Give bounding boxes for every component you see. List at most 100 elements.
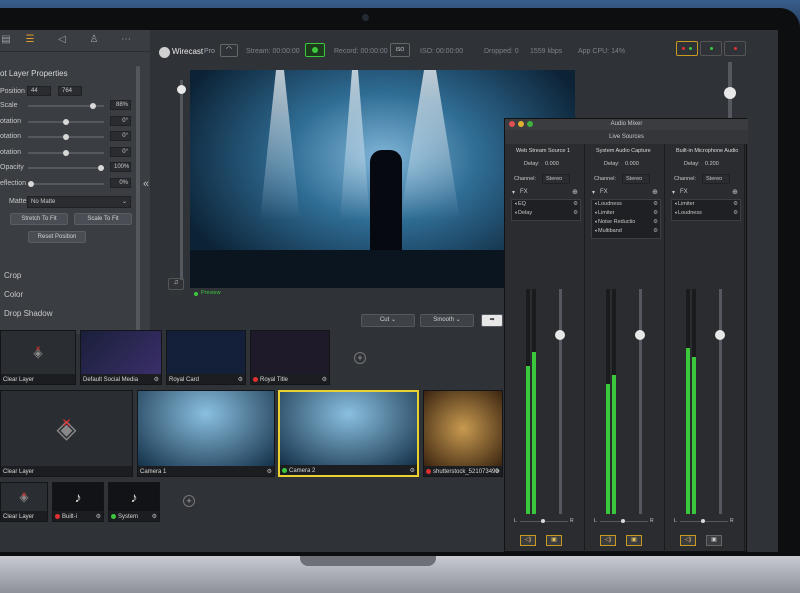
- gear-icon[interactable]: ⚙: [573, 209, 578, 218]
- gear-icon[interactable]: ⚙: [495, 468, 500, 475]
- fx-expand-icon[interactable]: ▾: [592, 189, 595, 196]
- property-value[interactable]: 0%: [110, 177, 131, 188]
- crop-section[interactable]: Crop: [4, 271, 21, 280]
- minimize-window-icon[interactable]: [518, 121, 524, 127]
- property-value[interactable]: 0°: [110, 146, 131, 157]
- shot-tile[interactable]: Default Social Media ⚙: [80, 330, 162, 385]
- gear-icon[interactable]: ⚙: [152, 513, 157, 520]
- matte-select[interactable]: No Matte ⌄: [27, 196, 131, 208]
- fx-item[interactable]: 🔈︎Delay ⚙: [512, 209, 580, 218]
- layers-icon[interactable]: ▤: [0, 34, 16, 48]
- property-slider[interactable]: [28, 118, 104, 125]
- slider-knob[interactable]: [28, 180, 34, 187]
- fx-item[interactable]: 🔈︎Noise Reductio ⚙: [592, 218, 660, 227]
- volume-fader[interactable]: [559, 289, 562, 514]
- slider-knob[interactable]: [98, 165, 104, 171]
- cut-transition-select[interactable]: Cut ⌄: [361, 314, 415, 327]
- user-icon[interactable]: ♙: [84, 34, 104, 48]
- fx-item[interactable]: 🔈︎Loudness ⚙: [592, 200, 660, 209]
- pan-knob[interactable]: [541, 519, 545, 523]
- slider-knob[interactable]: [63, 118, 69, 125]
- layout-button-2[interactable]: [700, 41, 722, 56]
- sidebar-scrollbar[interactable]: [136, 66, 140, 346]
- volume-fader[interactable]: [719, 289, 722, 514]
- preview-volume-slider[interactable]: [180, 80, 183, 280]
- gear-icon[interactable]: ⚙: [322, 376, 327, 383]
- fx-item[interactable]: 🔈︎Multiband ⚙: [592, 227, 660, 236]
- shot-tile[interactable]: Camera 2 ⚙: [278, 390, 419, 477]
- channel-select[interactable]: Stereo: [542, 174, 570, 184]
- channel-select[interactable]: Stereo: [702, 174, 730, 184]
- headphones-icon[interactable]: ♫: [168, 278, 184, 290]
- mute-button[interactable]: ▣: [546, 535, 562, 546]
- add-fx-icon[interactable]: ⊕: [732, 188, 738, 196]
- iso-icon[interactable]: ISO: [390, 43, 410, 57]
- mute-button[interactable]: ▣: [706, 535, 722, 546]
- reset-position-button[interactable]: Reset Position: [28, 231, 86, 243]
- shot-tile[interactable]: ◈ ✕ Clear Layer: [0, 330, 76, 385]
- delay-value[interactable]: 0.000: [625, 161, 639, 167]
- gear-icon[interactable]: ⚙: [733, 200, 738, 209]
- monitor-button[interactable]: ◁): [680, 535, 696, 546]
- monitor-button[interactable]: ◁): [520, 535, 536, 546]
- pan-slider[interactable]: [600, 519, 648, 523]
- gear-icon[interactable]: ⚙: [238, 376, 243, 383]
- pan-knob[interactable]: [701, 519, 705, 523]
- close-window-icon[interactable]: [509, 121, 515, 127]
- gear-icon[interactable]: ⚙: [653, 218, 658, 227]
- add-fx-icon[interactable]: ⊕: [652, 188, 658, 196]
- shot-tile[interactable]: shutterstock_521073499 ⚙: [423, 390, 503, 477]
- position-y-field[interactable]: 764: [58, 86, 82, 96]
- scale-to-fit-button[interactable]: Scale To Fit: [74, 213, 132, 225]
- audio-icon[interactable]: ◁: [52, 34, 72, 48]
- fx-item[interactable]: 🔈︎Limiter ⚙: [592, 209, 660, 218]
- stream-icon[interactable]: ◠: [220, 44, 238, 57]
- volume-fader-knob[interactable]: [715, 329, 725, 340]
- shot-tile[interactable]: Royal Title ⚙: [250, 330, 330, 385]
- color-section[interactable]: Color: [4, 290, 23, 299]
- property-slider[interactable]: [28, 103, 104, 109]
- gear-icon[interactable]: ⚙: [410, 467, 415, 474]
- property-value[interactable]: 88%: [110, 100, 131, 110]
- add-shot-icon[interactable]: +: [354, 352, 366, 364]
- pan-knob[interactable]: [621, 519, 625, 523]
- layout-button-1[interactable]: [676, 41, 698, 56]
- volume-fader[interactable]: [639, 289, 642, 514]
- gear-icon[interactable]: ⚙: [653, 200, 658, 209]
- preview-volume-knob[interactable]: [177, 85, 186, 94]
- collapse-sidebar-icon[interactable]: «: [143, 178, 149, 190]
- add-fx-icon[interactable]: ⊕: [572, 188, 578, 196]
- stretch-to-fit-button[interactable]: Stretch To Fit: [10, 213, 68, 225]
- go-button[interactable]: ➡: [481, 314, 503, 327]
- properties-icon[interactable]: ☰: [20, 34, 40, 48]
- gear-icon[interactable]: ⚙: [653, 209, 658, 218]
- fx-item[interactable]: 🔈︎EQ ⚙: [512, 200, 580, 209]
- monitor-button[interactable]: ◁): [600, 535, 616, 546]
- property-value[interactable]: 0°: [110, 131, 131, 141]
- slider-knob[interactable]: [63, 134, 69, 140]
- position-x-field[interactable]: 44: [27, 86, 51, 96]
- gear-icon[interactable]: ⚙: [653, 227, 658, 236]
- slider-knob[interactable]: [89, 103, 96, 109]
- shot-tile[interactable]: ♪ System ⚙: [108, 482, 160, 522]
- property-slider[interactable]: [28, 180, 104, 187]
- layout-button-3[interactable]: [724, 41, 746, 56]
- mute-button[interactable]: ▣: [626, 535, 642, 546]
- shot-tile[interactable]: ◈ ✕ Clear Layer: [0, 390, 133, 477]
- property-slider[interactable]: [28, 165, 104, 171]
- gear-icon[interactable]: ⚙: [733, 209, 738, 218]
- zoom-window-icon[interactable]: [527, 121, 533, 127]
- fx-expand-icon[interactable]: ▾: [672, 189, 675, 196]
- pan-slider[interactable]: [680, 519, 728, 523]
- property-slider[interactable]: [28, 149, 104, 156]
- property-value[interactable]: 100%: [110, 162, 131, 172]
- shot-tile[interactable]: Camera 1 ⚙: [137, 390, 275, 477]
- channel-select[interactable]: Stereo: [622, 174, 650, 184]
- property-value[interactable]: 0°: [110, 115, 131, 126]
- slider-knob[interactable]: [63, 149, 69, 156]
- add-shot-icon[interactable]: +: [183, 495, 195, 507]
- property-slider[interactable]: [28, 134, 104, 140]
- volume-fader-knob[interactable]: [555, 329, 565, 340]
- shot-tile[interactable]: ♪ Built-i ⚙: [52, 482, 104, 522]
- record-button[interactable]: [305, 43, 325, 57]
